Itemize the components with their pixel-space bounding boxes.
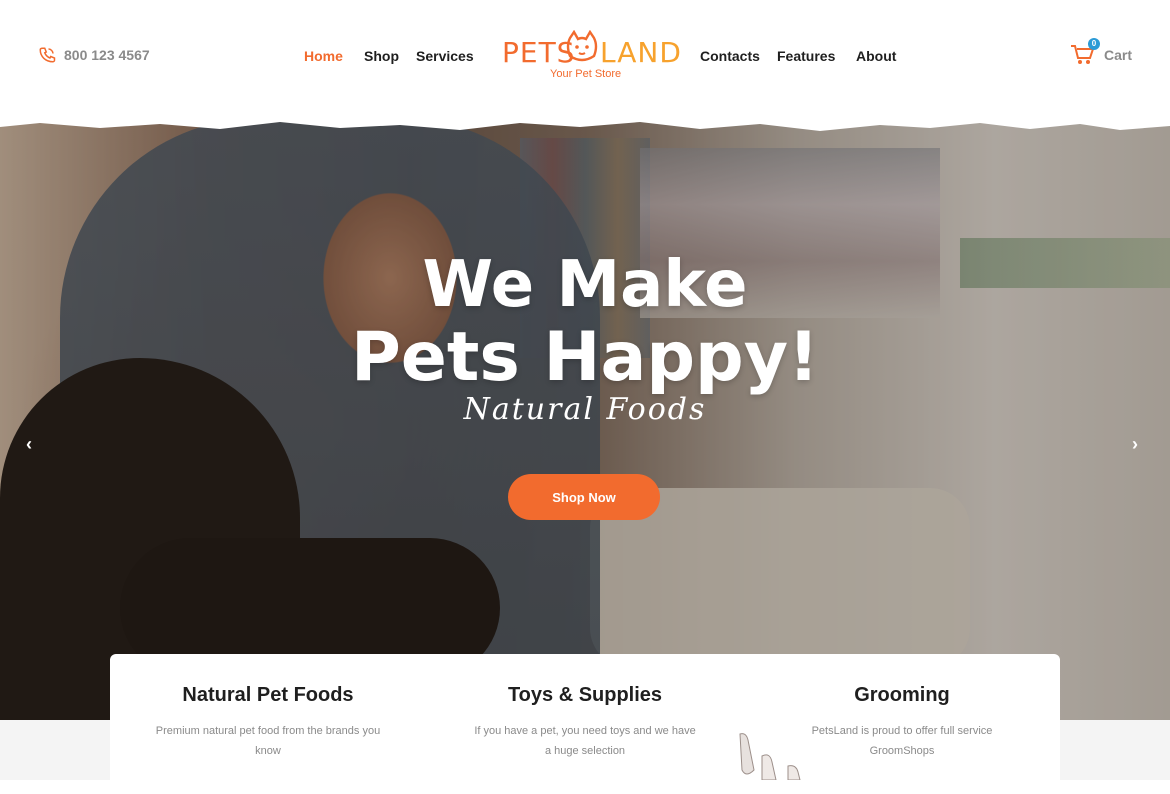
phone-number: 800 123 4567 (64, 47, 150, 63)
feature-title: Natural Pet Foods (182, 684, 354, 706)
feature-title: Grooming (854, 684, 950, 706)
logo-tagline: Your Pet Store (550, 68, 622, 80)
phone-contact[interactable]: 800 123 4567 (38, 46, 150, 64)
site-header: 800 123 4567 Home Shop Services Contacts… (0, 0, 1170, 122)
nav-home[interactable]: Home (304, 48, 343, 64)
slider-prev-icon[interactable]: ‹ (26, 434, 32, 455)
feature-text: Premium natural pet food from the brands… (155, 725, 381, 757)
hero-subtitle-script: Natural Foods (463, 392, 707, 427)
logo-text-land: LAND (600, 36, 682, 69)
cat-paw-icon (739, 733, 801, 780)
feature-toys-supplies: Toys & Supplies If you have a pet, you n… (445, 684, 725, 761)
cart-count-badge: 0 (1088, 38, 1100, 50)
cart-icon: 0 (1070, 38, 1100, 66)
feature-title: Toys & Supplies (507, 684, 663, 706)
shop-now-button[interactable]: Shop Now (508, 474, 660, 520)
phone-icon (39, 47, 56, 63)
nav-shop[interactable]: Shop (364, 48, 399, 64)
nav-services[interactable]: Services (416, 48, 474, 64)
nav-features[interactable]: Features (777, 48, 835, 64)
feature-text: If you have a pet, you need toys and we … (474, 725, 696, 757)
cart-button[interactable]: 0 Cart (1070, 38, 1133, 66)
cart-label: Cart (1104, 47, 1133, 63)
feature-natural-pet-foods: Natural Pet Foods Premium natural pet fo… (128, 684, 408, 761)
slider-next-icon[interactable]: › (1132, 434, 1138, 455)
hero-title-line1: We Make (422, 248, 748, 322)
nav-about[interactable]: About (856, 48, 896, 64)
features-card: Natural Pet Foods Premium natural pet fo… (110, 654, 1060, 794)
cat-icon (566, 30, 598, 62)
nav-contacts[interactable]: Contacts (700, 48, 760, 64)
site-logo[interactable]: PETS LAND Your Pet Store (502, 30, 681, 86)
hero-title-line2: Pets Happy! (350, 318, 820, 397)
